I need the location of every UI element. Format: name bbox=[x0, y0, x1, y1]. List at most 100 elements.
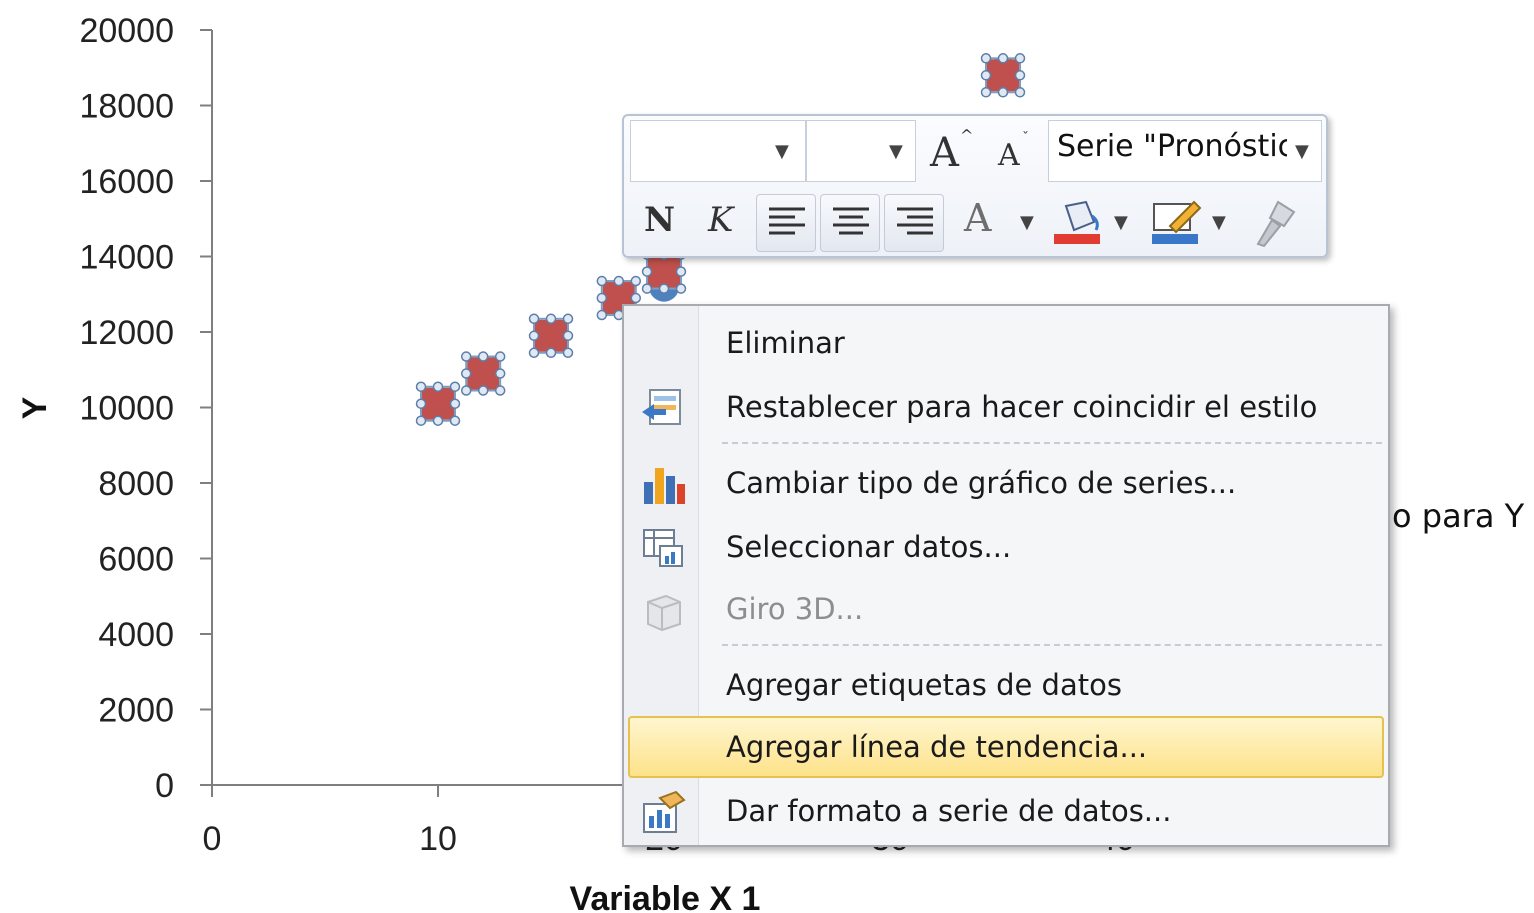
align-left-button[interactable] bbox=[756, 194, 816, 252]
menu-item-seleccionar-datos[interactable]: Seleccionar datos... bbox=[628, 516, 1384, 578]
selection-handle[interactable] bbox=[596, 275, 608, 287]
selection-handle[interactable] bbox=[432, 381, 444, 392]
selection-handle[interactable] bbox=[449, 398, 461, 409]
selection-handle[interactable] bbox=[460, 351, 472, 362]
selection-handle[interactable] bbox=[562, 347, 574, 359]
selection-handle[interactable] bbox=[494, 385, 506, 396]
chevron-down-icon: ▼ bbox=[1295, 141, 1309, 162]
format-series-icon bbox=[643, 790, 686, 833]
selection-handle[interactable] bbox=[528, 347, 540, 359]
menu-item-label: Cambiar tipo de gráfico de series... bbox=[726, 466, 1237, 500]
selection-handle[interactable] bbox=[432, 415, 444, 426]
menu-separator bbox=[722, 644, 1382, 646]
y-tick-label: 2000 bbox=[98, 692, 174, 730]
selection-handle[interactable] bbox=[415, 381, 427, 392]
y-tick-label: 6000 bbox=[98, 541, 174, 579]
menu-item-agregar-etiquetas[interactable]: Agregar etiquetas de datos bbox=[628, 654, 1384, 716]
selection-handle[interactable] bbox=[449, 381, 461, 392]
menu-item-label: Giro 3D... bbox=[726, 592, 864, 626]
font-color-button[interactable]: A ▼ bbox=[960, 196, 1040, 248]
bold-icon: N bbox=[644, 200, 676, 240]
selection-handle[interactable] bbox=[415, 415, 427, 426]
shrink-font-button[interactable]: A ˇ bbox=[996, 130, 1036, 176]
series-selector[interactable]: Serie "Pronóstic ▼ bbox=[1048, 120, 1322, 182]
chevron-down-icon: ▼ bbox=[889, 141, 903, 162]
selection-handle[interactable] bbox=[630, 292, 642, 304]
selection-handle[interactable] bbox=[528, 313, 540, 325]
data-point-selected[interactable] bbox=[528, 313, 574, 359]
y-axis-title: Y bbox=[16, 396, 54, 419]
pencil-outline-icon bbox=[1152, 200, 1202, 244]
selection-handle[interactable] bbox=[980, 70, 992, 81]
selection-handle[interactable] bbox=[494, 368, 506, 379]
selection-handle[interactable] bbox=[596, 292, 608, 304]
fill-color-button[interactable]: ▼ bbox=[1052, 196, 1136, 250]
context-menu: Eliminar Restablecer para hacer coincidi… bbox=[622, 304, 1390, 847]
font-name-combobox[interactable]: ▼ bbox=[630, 120, 806, 182]
selection-handle[interactable] bbox=[980, 87, 992, 98]
data-point-marker bbox=[987, 59, 1019, 92]
grow-font-button[interactable]: A ^ bbox=[928, 126, 974, 176]
select-data-icon bbox=[643, 529, 683, 567]
selection-handle[interactable] bbox=[545, 313, 557, 325]
selection-handle[interactable] bbox=[415, 398, 427, 409]
data-point-marker bbox=[422, 387, 454, 420]
align-right-button[interactable] bbox=[884, 194, 944, 252]
selection-handle[interactable] bbox=[997, 87, 1009, 98]
selection-handle[interactable] bbox=[528, 330, 540, 342]
y-tick-label: 14000 bbox=[79, 239, 174, 277]
font-color-icon: A bbox=[964, 196, 992, 240]
menu-item-agregar-linea-tendencia[interactable]: Agregar línea de tendencia... bbox=[628, 716, 1384, 778]
menu-item-label: Eliminar bbox=[726, 326, 845, 360]
selection-handle[interactable] bbox=[1014, 53, 1026, 64]
selection-handle[interactable] bbox=[675, 266, 687, 277]
font-size-combobox[interactable]: ▼ bbox=[806, 120, 916, 182]
selection-handle[interactable] bbox=[641, 266, 653, 277]
selection-handle[interactable] bbox=[449, 415, 461, 426]
selection-handle[interactable] bbox=[675, 283, 687, 294]
selection-handle[interactable] bbox=[641, 283, 653, 294]
chart-type-icon bbox=[644, 468, 685, 504]
menu-item-label: Restablecer para hacer coincidir el esti… bbox=[726, 390, 1318, 424]
menu-item-giro-3d[interactable]: Giro 3D... bbox=[628, 578, 1384, 640]
data-point-selected[interactable] bbox=[980, 53, 1026, 98]
y-tick-label: 10000 bbox=[79, 390, 174, 428]
selection-handle[interactable] bbox=[630, 275, 642, 287]
menu-item-cambiar-tipo-grafico[interactable]: Cambiar tipo de gráfico de series... bbox=[628, 452, 1384, 514]
y-tick-label: 12000 bbox=[79, 314, 174, 352]
align-center-button[interactable] bbox=[820, 194, 880, 252]
selection-handle[interactable] bbox=[613, 275, 625, 287]
bold-button[interactable]: N bbox=[640, 200, 680, 246]
format-painter-button[interactable] bbox=[1248, 198, 1302, 250]
selection-handle[interactable] bbox=[477, 385, 489, 396]
x-axis-title: Variable X 1 bbox=[570, 880, 761, 913]
selection-handle[interactable] bbox=[477, 351, 489, 362]
menu-item-label: Seleccionar datos... bbox=[726, 530, 1012, 564]
menu-item-label: Agregar línea de tendencia... bbox=[726, 730, 1148, 764]
menu-item-eliminar[interactable]: Eliminar bbox=[628, 312, 1384, 374]
data-point-selected[interactable] bbox=[415, 381, 461, 426]
selection-handle[interactable] bbox=[545, 347, 557, 359]
selection-handle[interactable] bbox=[596, 309, 608, 321]
chevron-down-icon: ▼ bbox=[775, 141, 789, 162]
selection-handle[interactable] bbox=[1014, 70, 1026, 81]
outline-color-button[interactable]: ▼ bbox=[1150, 196, 1234, 250]
selection-handle[interactable] bbox=[997, 53, 1009, 64]
data-point-selected[interactable] bbox=[460, 351, 506, 396]
chevron-down-icon: ▼ bbox=[1114, 212, 1128, 233]
selection-handle[interactable] bbox=[658, 283, 670, 294]
caret-up-icon: ^ bbox=[960, 126, 974, 145]
menu-item-dar-formato-serie[interactable]: Dar formato a serie de datos... bbox=[628, 780, 1384, 842]
selection-handle[interactable] bbox=[562, 313, 574, 325]
selection-handle[interactable] bbox=[980, 53, 992, 64]
selection-handle[interactable] bbox=[1014, 87, 1026, 98]
selection-handle[interactable] bbox=[494, 351, 506, 362]
italic-button[interactable]: K bbox=[704, 200, 744, 246]
selection-handle[interactable] bbox=[460, 385, 472, 396]
menu-item-restablecer-estilo[interactable]: Restablecer para hacer coincidir el esti… bbox=[628, 376, 1384, 438]
y-tick-label: 4000 bbox=[98, 616, 174, 654]
grow-font-icon: A bbox=[930, 130, 959, 176]
selection-handle[interactable] bbox=[460, 368, 472, 379]
menu-item-label: Dar formato a serie de datos... bbox=[726, 794, 1172, 828]
selection-handle[interactable] bbox=[562, 330, 574, 342]
